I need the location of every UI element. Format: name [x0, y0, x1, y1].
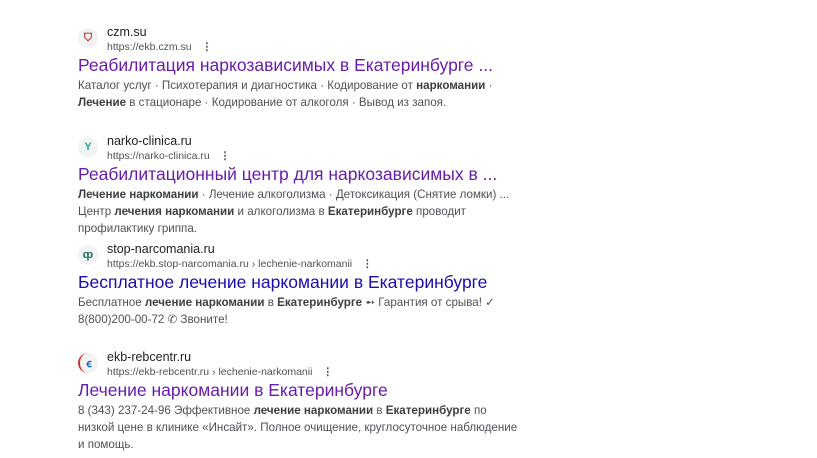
site-name: czm.su	[107, 25, 147, 39]
snippet-bold: Лечение	[78, 96, 127, 109]
more-options-icon[interactable]: ⋮	[322, 366, 333, 378]
site-name: stop-narcomania.ru	[107, 242, 215, 256]
result-snippet: 8 (343) 237-24-96 Эффективное лечение на…	[78, 402, 518, 453]
url-text: https://ekb.stop-narcomania.ru › lecheni…	[107, 258, 353, 270]
result-title-link[interactable]: Реабилитационный центр для наркозависимы…	[78, 164, 497, 185]
more-options-icon[interactable]: ⋮	[220, 150, 231, 162]
result-snippet: Каталог услуг · Психотерапия и диагности…	[78, 77, 518, 111]
result-snippet: Лечение наркомании · Лечение алкоголизма…	[78, 186, 518, 237]
url-text: https://narko-clinica.ru	[107, 150, 210, 162]
sprout-icon: Y	[78, 137, 98, 157]
more-options-icon[interactable]: ⋮	[202, 41, 213, 53]
more-options-icon[interactable]: ⋮	[362, 258, 373, 270]
site-name: narko-clinica.ru	[107, 134, 192, 148]
snippet-bold: Екатеринбурге	[327, 205, 413, 218]
snippet-text: в	[373, 404, 386, 417]
result-snippet: Бесплатное лечение наркомании в Екатерин…	[78, 294, 518, 328]
snippet-text: и алкоголизма в	[234, 205, 328, 218]
result-title-link[interactable]: Реабилитация наркозависимых в Екатеринбу…	[78, 55, 493, 76]
snippet-bold: Екатеринбурге	[277, 296, 363, 309]
site-url: https://ekb.czm.su ⋮	[107, 41, 212, 53]
site-url: https://ekb-rebcentr.ru › lechenie-narko…	[107, 366, 333, 378]
url-text: https://ekb.czm.su	[107, 41, 192, 53]
circle-logo-icon: ꞓ	[78, 353, 98, 373]
snippet-bold: Лечение наркомании	[78, 188, 199, 201]
snippet-text: ·	[485, 79, 493, 92]
snippet-text: в	[264, 296, 278, 309]
snippet-bold: лечения наркомании	[114, 205, 235, 218]
snippet-text: 8 (343) 237-24-96 Эффективное	[78, 404, 254, 417]
snippet-text: Каталог услуг · Психотерапия и диагности…	[78, 79, 417, 92]
snippet-bold: лечение наркомании	[144, 296, 265, 309]
snippet-text: Бесплатное	[78, 296, 145, 309]
shield-icon: ⛉	[78, 28, 98, 48]
url-text: https://ekb-rebcentr.ru › lechenie-narko…	[107, 366, 313, 378]
site-url: https://ekb.stop-narcomania.ru › lecheni…	[107, 258, 373, 270]
snippet-text: в стационаре · Кодирование от алкоголя ·…	[126, 96, 447, 109]
result-title-link[interactable]: Бесплатное лечение наркомании в Екатерин…	[78, 272, 487, 293]
snippet-bold: Екатеринбурге	[385, 404, 471, 417]
snippet-bold: наркомании	[416, 79, 486, 92]
result-title-link[interactable]: Лечение наркомании в Екатеринбурге	[78, 380, 388, 401]
site-name: ekb-rebcentr.ru	[107, 350, 192, 364]
leaf-emblem-icon: ȹ	[78, 245, 98, 265]
site-url: https://narko-clinica.ru ⋮	[107, 150, 230, 162]
snippet-bold: лечение наркомании	[253, 404, 374, 417]
